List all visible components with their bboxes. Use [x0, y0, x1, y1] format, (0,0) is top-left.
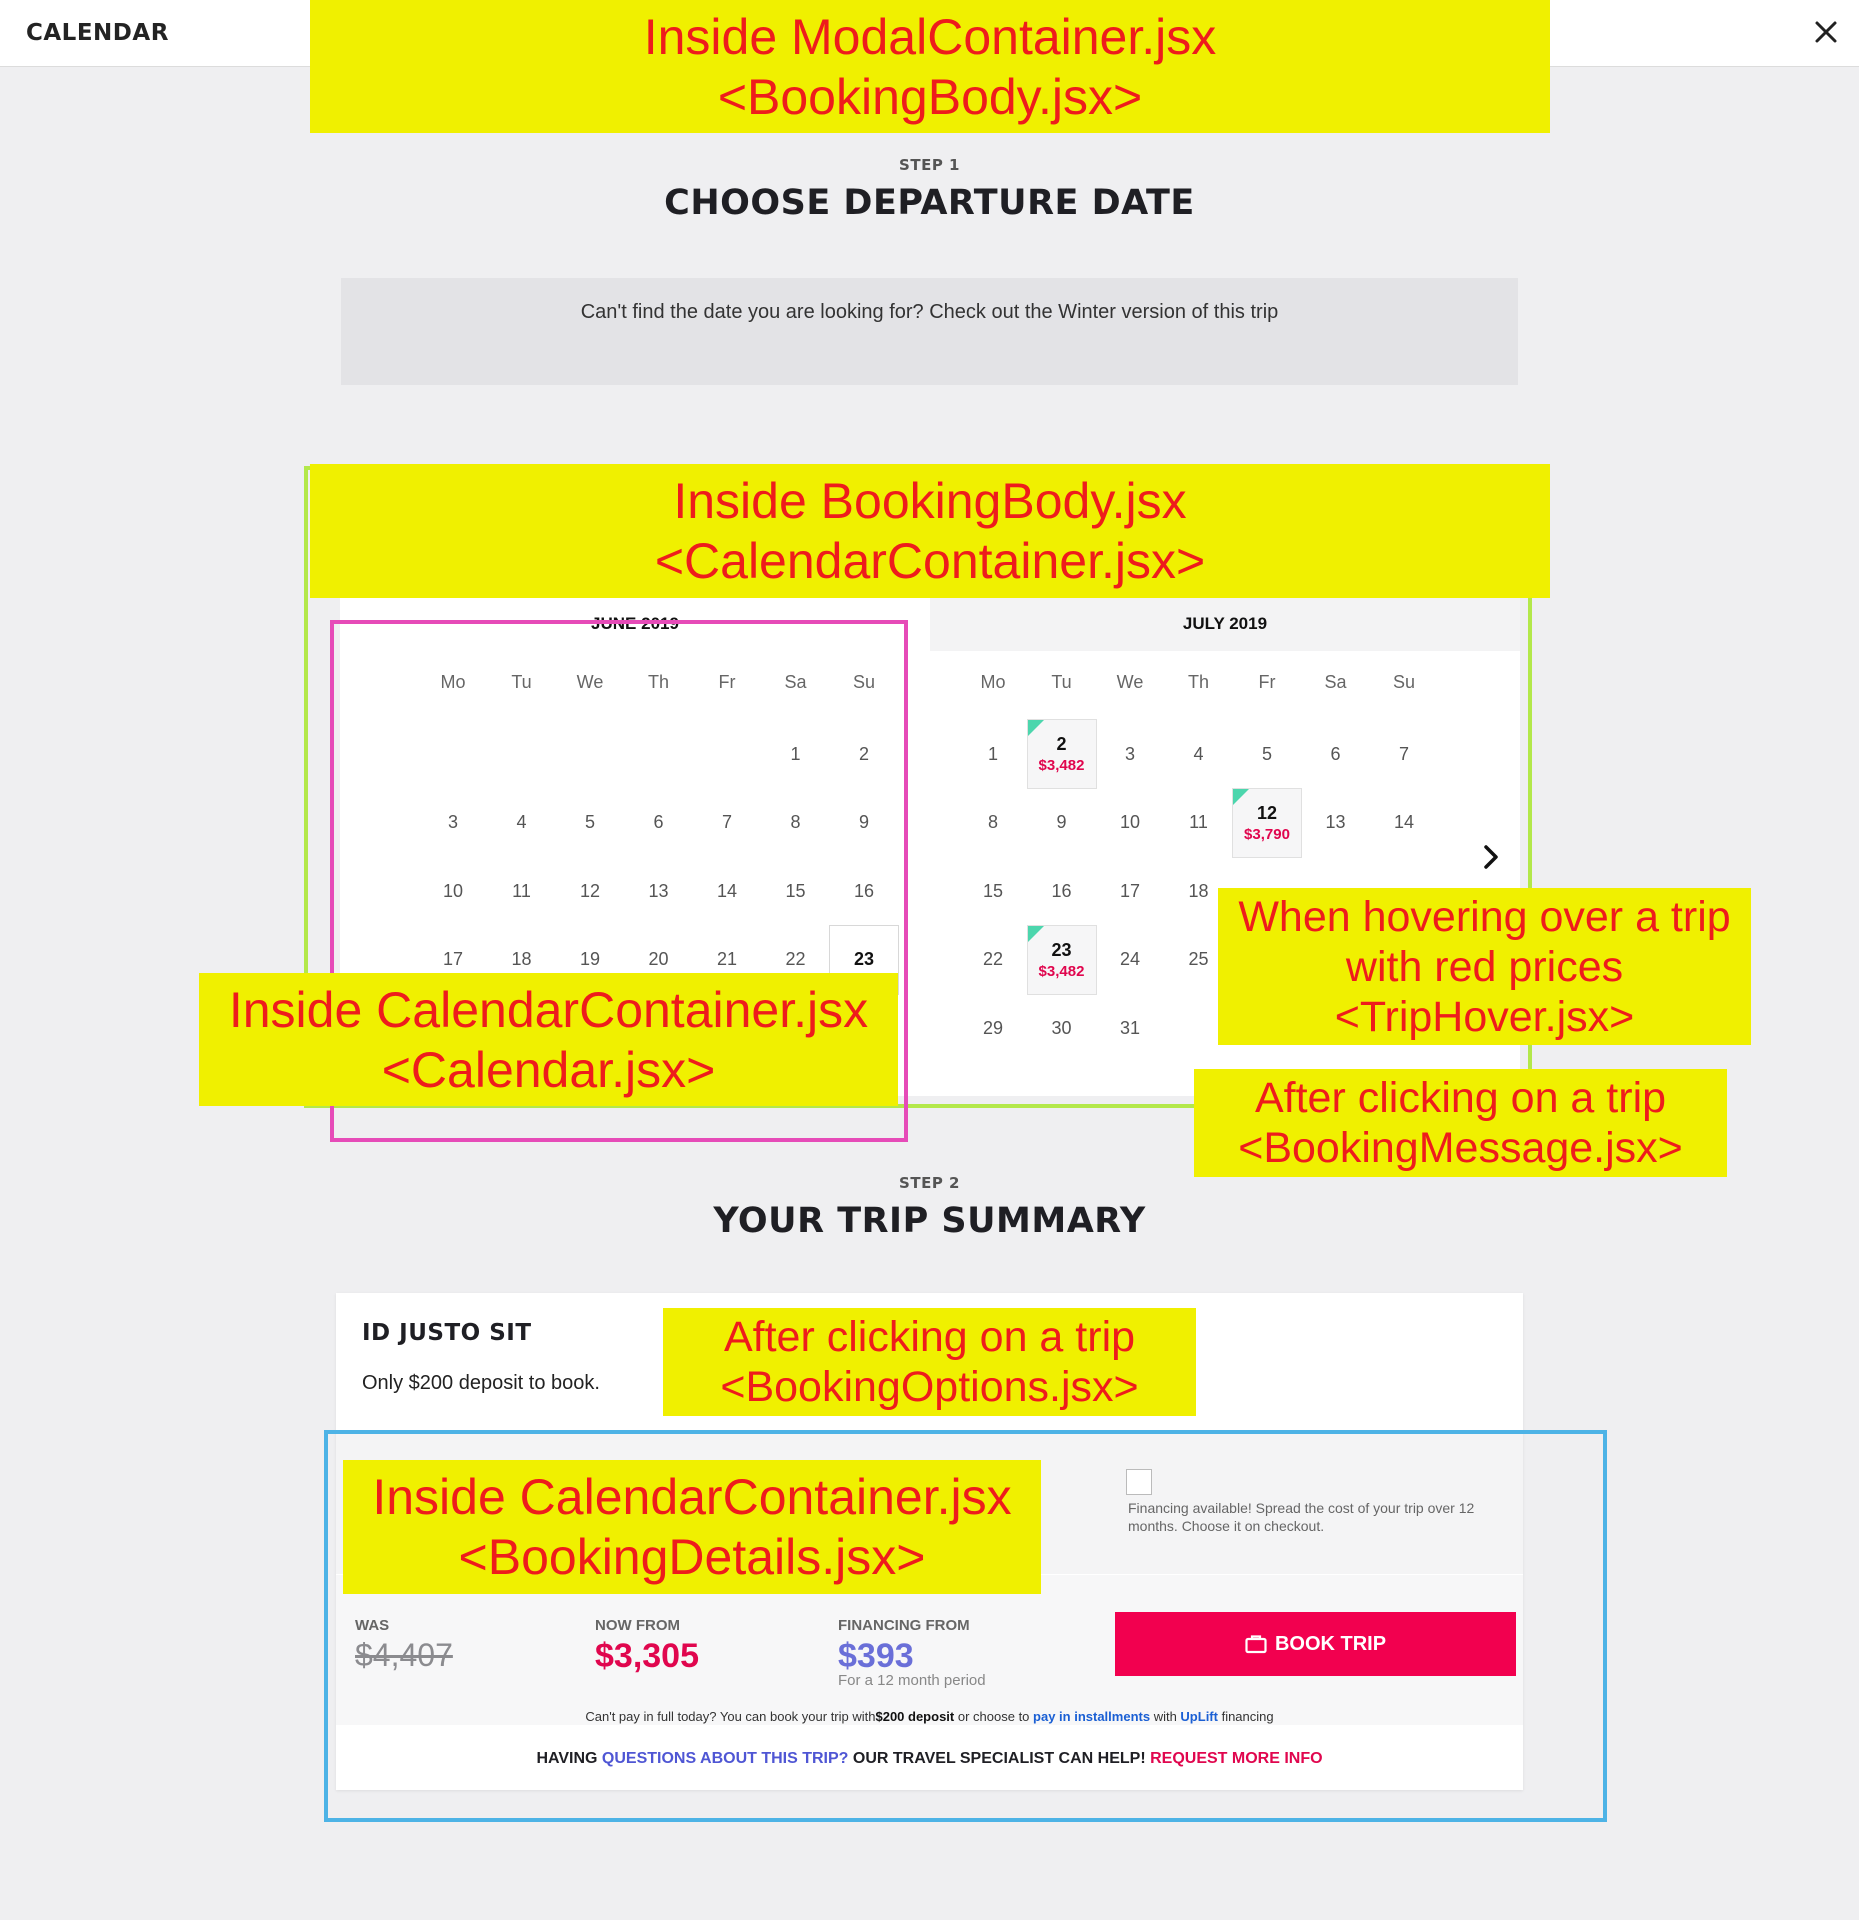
annotation-line: <TripHover.jsx> [1334, 992, 1635, 1041]
annotation-line: <Calendar.jsx> [381, 1041, 716, 1098]
annotation-line: <CalendarContainer.jsx> [654, 533, 1206, 589]
annotation-modal-container: Inside ModalContainer.jsx <BookingBody.j… [310, 0, 1550, 133]
deposit-text: Only $200 deposit to book. [362, 1372, 600, 1394]
winter-version-notice: Can't find the date you are looking for?… [341, 278, 1518, 385]
annotation-line: <BookingOptions.jsx> [720, 1363, 1139, 1411]
annotation-line: <BookingDetails.jsx> [458, 1529, 926, 1585]
annotation-line: Inside CalendarContainer.jsx [372, 1469, 1012, 1525]
notice-text[interactable]: Can't find the date you are looking for?… [341, 301, 1518, 324]
annotation-line: Inside ModalContainer.jsx [643, 8, 1217, 65]
annotation-line: with red prices [1345, 942, 1624, 991]
annotation-line: When hovering over a trip [1238, 892, 1731, 941]
annotation-booking-options: After clicking on a trip <BookingOptions… [663, 1308, 1196, 1416]
step2-title: YOUR TRIP SUMMARY [713, 1201, 1146, 1241]
annotation-trip-hover: When hovering over a trip with red price… [1218, 888, 1751, 1045]
annotation-booking-message: After clicking on a trip <BookingMessage… [1194, 1069, 1727, 1177]
trip-name: ID JUSTO SIT [362, 1320, 532, 1346]
close-icon[interactable] [1808, 14, 1844, 50]
annotation-booking-details: Inside CalendarContainer.jsx <BookingDet… [343, 1460, 1041, 1594]
modal-title: CALENDAR [26, 20, 169, 46]
annotation-line: <BookingMessage.jsx> [1238, 1124, 1683, 1172]
annotation-line: Inside BookingBody.jsx [673, 473, 1187, 529]
step1-label: STEP 1 [899, 156, 960, 174]
annotation-booking-body: Inside BookingBody.jsx <CalendarContaine… [310, 464, 1550, 598]
annotation-line: <BookingBody.jsx> [717, 68, 1143, 125]
annotation-line: After clicking on a trip [723, 1313, 1136, 1361]
annotation-line: Inside CalendarContainer.jsx [228, 981, 869, 1038]
annotation-calendar: Inside CalendarContainer.jsx <Calendar.j… [199, 973, 898, 1106]
step1-title: CHOOSE DEPARTURE DATE [664, 183, 1195, 223]
annotation-line: After clicking on a trip [1254, 1074, 1667, 1122]
